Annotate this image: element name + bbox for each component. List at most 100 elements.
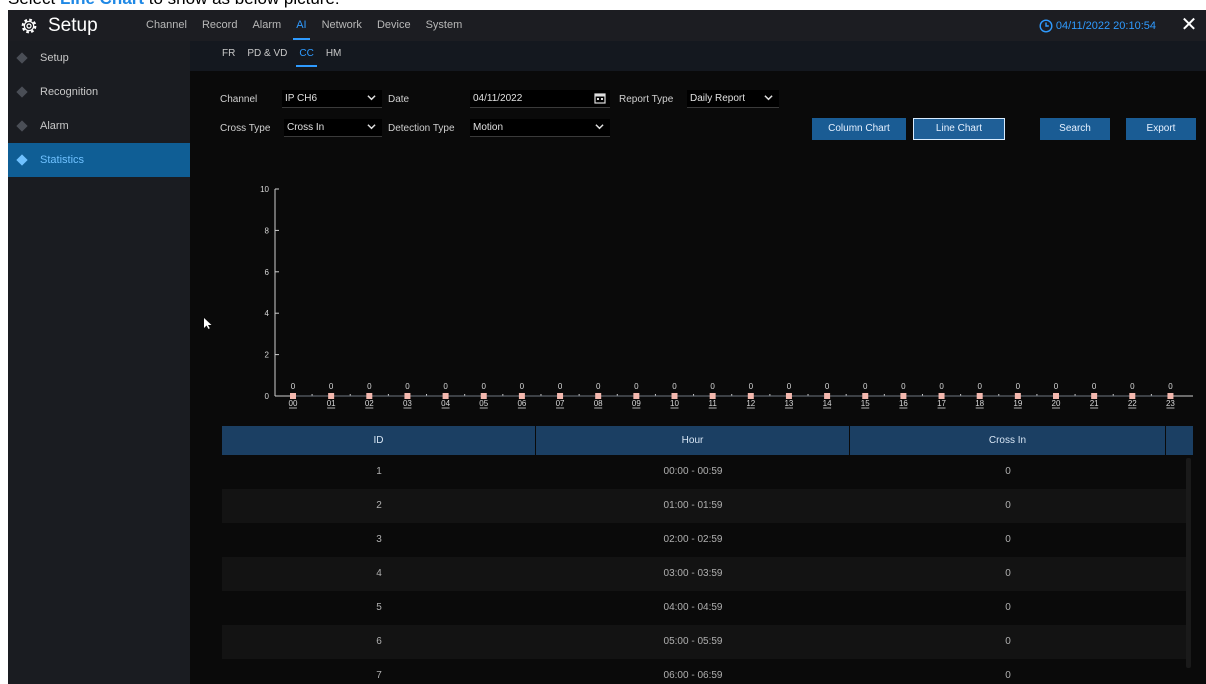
data-label: 0 bbox=[329, 382, 334, 391]
dvr-setup-window: Setup Channel Record Alarm AI Network Device S… bbox=[8, 10, 1206, 684]
column-chart-button[interactable]: Column Chart bbox=[812, 118, 906, 140]
data-point bbox=[404, 393, 411, 399]
sidebar-item-recognition[interactable]: Recognition bbox=[8, 75, 190, 109]
column-header-spacer bbox=[1166, 426, 1194, 455]
sidebar-item-alarm[interactable]: Alarm bbox=[8, 109, 190, 143]
table-row[interactable]: 2 01:00 - 01:59 0 bbox=[222, 489, 1188, 523]
tab-pd-vd[interactable]: PD & VD bbox=[247, 41, 287, 71]
diamond-bullet-icon bbox=[16, 120, 28, 132]
top-bar: Setup Channel Record Alarm AI Network Device S… bbox=[8, 10, 1206, 41]
column-header-id: ID bbox=[222, 426, 536, 455]
x-tick-label: 09 bbox=[632, 399, 641, 408]
x-tick-label: 15 bbox=[861, 399, 870, 408]
report-type-select[interactable]: Daily Report bbox=[687, 90, 779, 108]
nav-channel[interactable]: Channel bbox=[146, 10, 187, 41]
x-tick-label: 22 bbox=[1128, 399, 1137, 408]
calendar-icon[interactable] bbox=[594, 92, 606, 104]
sidebar-item-label: Setup bbox=[40, 52, 69, 64]
table-cell: 1 bbox=[376, 466, 382, 477]
table-cell: 0 bbox=[1005, 500, 1011, 511]
data-label: 0 bbox=[596, 382, 601, 391]
nav-record[interactable]: Record bbox=[202, 10, 237, 41]
x-tick-label: 04 bbox=[441, 399, 450, 408]
x-tick-label: 19 bbox=[1013, 399, 1022, 408]
x-tick-label: 20 bbox=[1052, 399, 1061, 408]
x-tick-label: 05 bbox=[479, 399, 488, 408]
x-tick-label: 17 bbox=[937, 399, 946, 408]
sidebar-item-setup[interactable]: Setup bbox=[8, 41, 190, 75]
y-tick-label: 8 bbox=[265, 226, 270, 235]
cross-type-value: Cross In bbox=[287, 122, 325, 133]
data-point bbox=[290, 393, 296, 399]
sidebar-item-label: Statistics bbox=[40, 154, 85, 166]
chevron-down-icon bbox=[367, 124, 376, 130]
close-icon[interactable]: ✕ bbox=[1180, 15, 1198, 35]
table-cell: 0 bbox=[1005, 568, 1011, 579]
table-scrollbar[interactable] bbox=[1186, 458, 1191, 668]
nav-alarm[interactable]: Alarm bbox=[252, 10, 281, 41]
data-label: 0 bbox=[939, 382, 944, 391]
x-tick-label: 13 bbox=[784, 399, 793, 408]
data-label: 0 bbox=[1054, 382, 1059, 391]
data-point bbox=[442, 393, 449, 399]
table-header: ID Hour Cross In bbox=[222, 426, 1194, 455]
table-row[interactable]: 1 00:00 - 00:59 0 bbox=[222, 455, 1188, 489]
export-button[interactable]: Export bbox=[1126, 118, 1196, 140]
data-point bbox=[633, 393, 640, 399]
table-cell: 2 bbox=[376, 500, 382, 511]
table-row[interactable]: 4 03:00 - 03:59 0 bbox=[222, 557, 1188, 591]
mouse-pointer-icon bbox=[204, 318, 212, 329]
nav-device[interactable]: Device bbox=[377, 10, 411, 41]
table-cell: 04:00 - 04:59 bbox=[663, 602, 723, 613]
datetime-text: 04/11/2022 20:10:54 bbox=[1055, 19, 1156, 32]
nav-ai[interactable]: AI bbox=[293, 10, 311, 41]
data-point bbox=[671, 393, 678, 399]
data-label: 0 bbox=[1092, 382, 1097, 391]
tab-fr[interactable]: FR bbox=[222, 41, 235, 71]
detection-type-value: Motion bbox=[473, 122, 504, 133]
data-label: 0 bbox=[787, 382, 792, 391]
gear-icon bbox=[21, 18, 37, 33]
column-header-hour: Hour bbox=[536, 426, 850, 455]
table-row[interactable]: 7 06:00 - 06:59 0 bbox=[222, 659, 1188, 684]
y-tick-label: 4 bbox=[265, 309, 270, 318]
datetime-display: 04/11/2022 20:10:54 bbox=[1039, 10, 1156, 41]
channel-select[interactable]: IP CH6 bbox=[282, 90, 382, 108]
date-field[interactable]: 04/11/2022 bbox=[470, 90, 610, 108]
caption-highlight: Line Chart bbox=[60, 0, 144, 8]
x-tick-label: 10 bbox=[670, 399, 679, 408]
caption-suffix: to show as below picture: bbox=[144, 0, 340, 8]
caption-prefix: Select bbox=[8, 0, 60, 8]
main-nav: Channel Record Alarm AI Network Device System bbox=[146, 10, 477, 41]
data-point bbox=[366, 393, 373, 399]
cross-type-label: Cross Type bbox=[220, 123, 271, 134]
data-label: 0 bbox=[367, 382, 372, 391]
date-label: Date bbox=[388, 94, 410, 105]
y-tick-label: 0 bbox=[265, 392, 270, 401]
x-tick-label: 21 bbox=[1090, 399, 1099, 408]
date-value: 04/11/2022 bbox=[473, 93, 523, 104]
table-cell: 3 bbox=[376, 534, 382, 545]
table-row[interactable]: 5 04:00 - 04:59 0 bbox=[222, 591, 1188, 625]
sidebar-item-statistics[interactable]: Statistics bbox=[8, 143, 190, 177]
search-button[interactable]: Search bbox=[1040, 118, 1110, 140]
data-point bbox=[1129, 393, 1136, 399]
tab-hm[interactable]: HM bbox=[326, 41, 342, 71]
nav-system[interactable]: System bbox=[426, 10, 463, 41]
data-point bbox=[900, 393, 907, 399]
table-cell: 0 bbox=[1005, 466, 1011, 477]
table-row[interactable]: 6 05:00 - 05:59 0 bbox=[222, 625, 1188, 659]
table-row[interactable]: 3 02:00 - 02:59 0 bbox=[222, 523, 1188, 557]
table-cell: 6 bbox=[376, 636, 382, 647]
data-point bbox=[938, 393, 945, 399]
detection-type-label: Detection Type bbox=[388, 123, 455, 134]
line-chart-button[interactable]: Line Chart bbox=[913, 118, 1005, 140]
tab-cc[interactable]: CC bbox=[296, 41, 318, 71]
data-point bbox=[1091, 393, 1098, 399]
data-label: 0 bbox=[405, 382, 410, 391]
detection-type-select[interactable]: Motion bbox=[470, 119, 610, 137]
channel-label: Channel bbox=[220, 94, 258, 105]
nav-network[interactable]: Network bbox=[322, 10, 362, 41]
cross-type-select[interactable]: Cross In bbox=[284, 119, 382, 137]
y-tick-label: 6 bbox=[265, 268, 270, 277]
